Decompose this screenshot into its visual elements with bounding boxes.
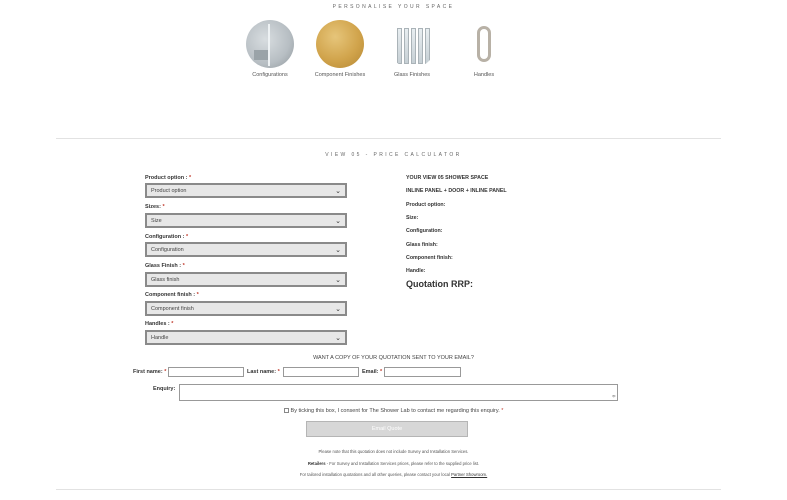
option-label: Component Finishes <box>314 72 366 78</box>
component-finish-label: Component finish : * <box>145 292 199 298</box>
option-label: Handles <box>473 72 495 78</box>
handle-select[interactable]: Handle ⌄ <box>145 330 347 345</box>
option-configurations[interactable]: Configurations <box>240 20 300 80</box>
email-input[interactable] <box>384 367 461 377</box>
consent-text: By ticking this box, I consent for The S… <box>290 408 500 414</box>
summary-row: Handle: <box>406 268 426 274</box>
glass-finish-select[interactable]: Glass finish ⌄ <box>145 272 347 287</box>
email-quote-button[interactable]: Email Quote <box>306 421 468 437</box>
first-name-input[interactable] <box>168 367 244 377</box>
option-handles[interactable]: Handles <box>454 20 514 80</box>
note-queries: For tailored installation quotations and… <box>299 472 488 477</box>
enquiry-textarea[interactable]: ≑ <box>179 384 618 401</box>
footer-divider <box>56 489 721 490</box>
summary-row: Configuration: <box>406 228 443 234</box>
chevron-down-icon: ⌄ <box>335 247 341 254</box>
product-option-select[interactable]: Product option ⌄ <box>145 183 347 198</box>
glass-panels-thumbnail <box>388 20 436 68</box>
quotation-rrp: Quotation RRP: <box>406 279 473 289</box>
summary-row: Glass finish: <box>406 242 438 248</box>
partner-showroom-link[interactable]: Partner Showroom. <box>451 472 487 477</box>
resize-grip-icon[interactable]: ≑ <box>612 394 616 400</box>
handles-label: Handles : * <box>145 321 174 327</box>
product-option-label: Product option : * <box>145 175 192 181</box>
component-finish-select[interactable]: Component finish ⌄ <box>145 301 347 316</box>
enquiry-label: Enquiry: <box>153 386 176 392</box>
configuration-select[interactable]: Configuration ⌄ <box>145 242 347 257</box>
summary-row: Component finish: <box>406 255 453 261</box>
note-survey: Please note that this quotation does not… <box>318 449 469 454</box>
summary-row: Product option: <box>406 202 446 208</box>
personalise-title: PERSONALISE YOUR SPACE <box>332 4 455 10</box>
chevron-down-icon: ⌄ <box>335 335 341 342</box>
email-quote-question: WANT A COPY OF YOUR QUOTATION SENT TO YO… <box>313 355 474 361</box>
email-label: Email: * <box>362 369 383 375</box>
last-name-label: Last name: * <box>247 369 280 375</box>
consent-checkbox[interactable] <box>283 408 289 413</box>
option-glass-finishes[interactable]: Glass Finishes <box>382 20 442 80</box>
option-label: Configurations <box>252 72 288 78</box>
chevron-down-icon: ⌄ <box>335 188 341 195</box>
chevron-down-icon: ⌄ <box>335 306 341 313</box>
option-component-finishes[interactable]: Component Finishes <box>310 20 370 80</box>
consent-row: By ticking this box, I consent for The S… <box>0 408 787 414</box>
size-select[interactable]: Size ⌄ <box>145 213 347 228</box>
option-label: Glass Finishes <box>393 72 431 78</box>
last-name-input[interactable] <box>283 367 359 377</box>
note-retailers: Retailers - For Survey and Installation … <box>307 461 480 466</box>
handle-thumbnail <box>460 20 508 68</box>
sizes-label: Sizes: * <box>145 204 165 210</box>
configurations-thumbnail <box>246 20 294 68</box>
glass-finish-label: Glass Finish : * <box>145 263 185 269</box>
chevron-down-icon: ⌄ <box>335 277 341 284</box>
calculator-title: VIEW 05 - PRICE CALCULATOR <box>325 152 462 158</box>
first-name-label: First name: * <box>133 369 167 375</box>
gold-finish-thumbnail <box>316 20 364 68</box>
summary-heading: YOUR VIEW 05 SHOWER SPACE <box>406 175 489 181</box>
chevron-down-icon: ⌄ <box>335 218 341 225</box>
section-divider <box>56 138 721 139</box>
summary-subheading: INLINE PANEL + DOOR + INLINE PANEL <box>406 188 507 194</box>
configuration-label: Configuration : * <box>145 234 189 240</box>
summary-row: Size: <box>406 215 419 221</box>
